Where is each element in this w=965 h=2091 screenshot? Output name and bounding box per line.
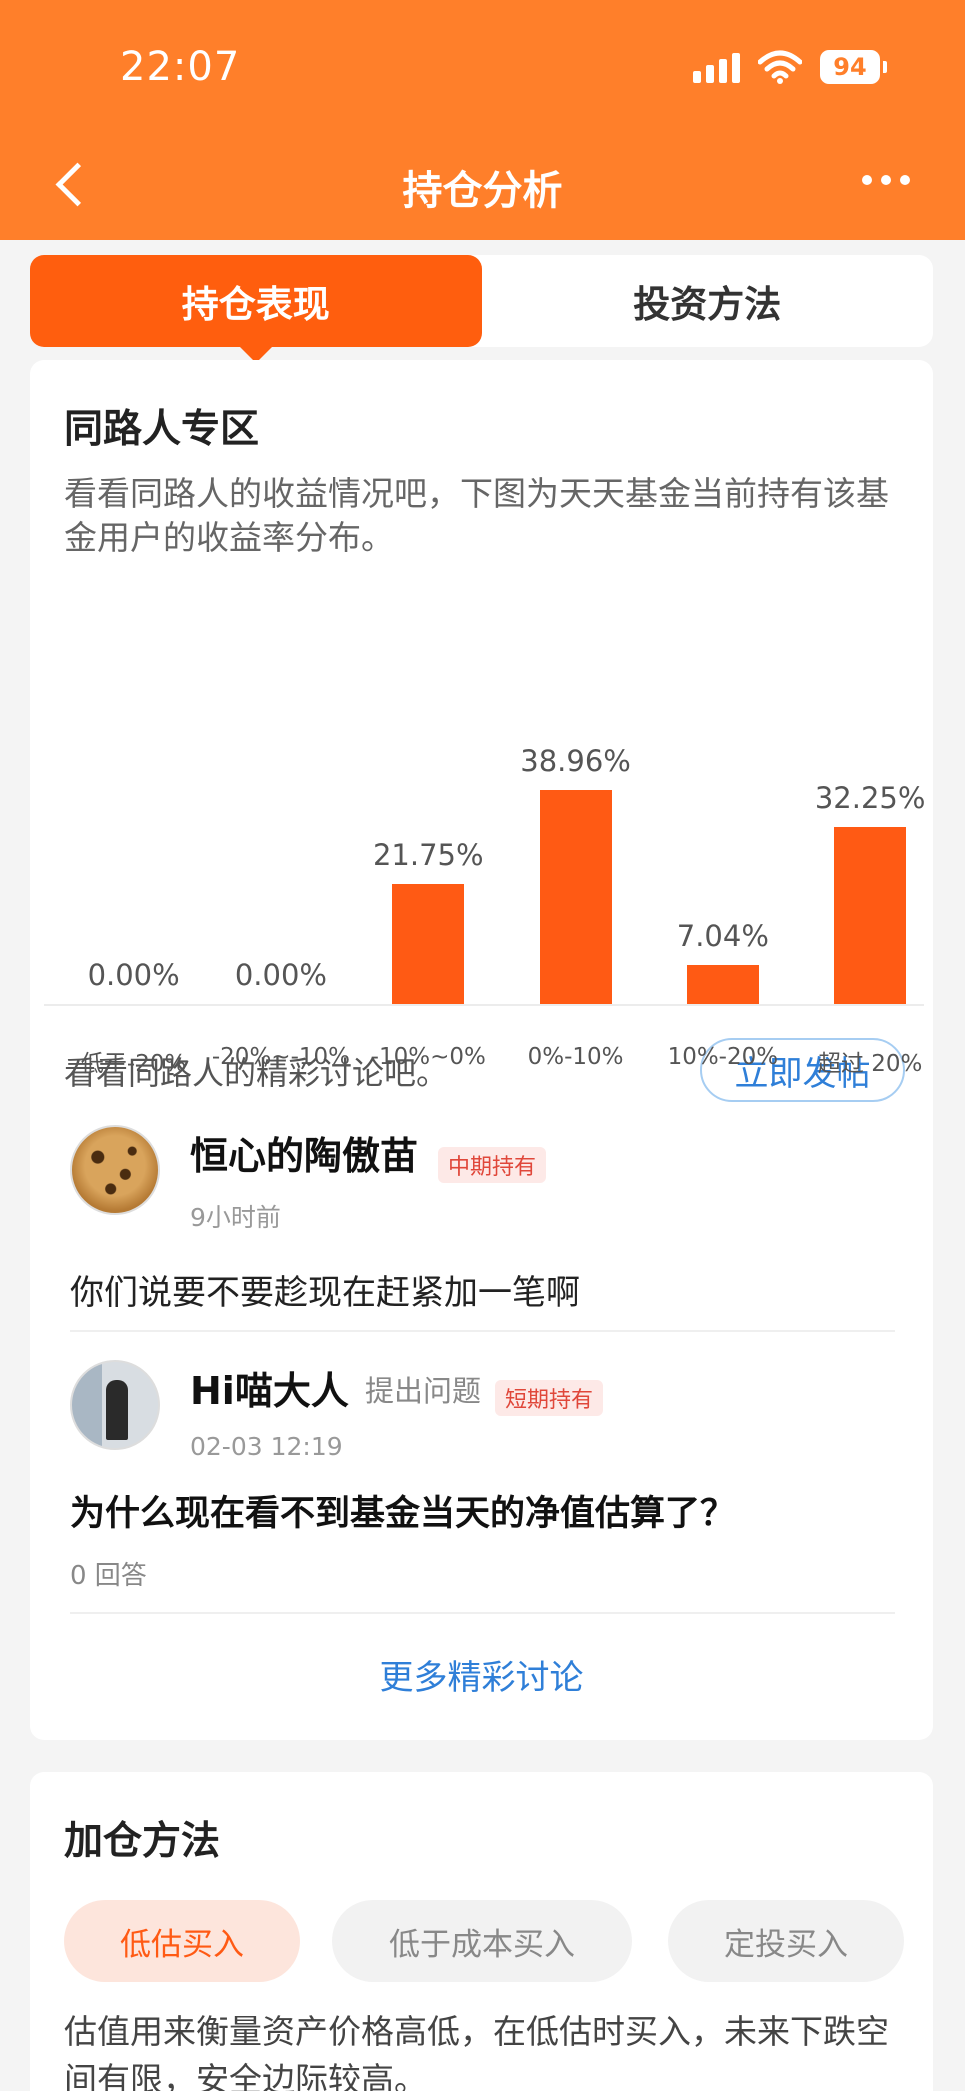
page-title: 持仓分析 [402, 168, 563, 214]
peers-description: 看看同路人的收益情况吧，下图为天天基金当前持有该基金用户的收益率分布。 [64, 474, 889, 557]
chart-tick-label: 低于-20% [80, 1051, 187, 1077]
signal-icon [693, 51, 740, 83]
post-time: 9小时前 [190, 1203, 281, 1232]
avatar[interactable] [70, 1360, 160, 1450]
post-username[interactable]: 恒心的陶傲苗 [190, 1125, 418, 1180]
chart-data-label: 7.04% [676, 919, 769, 954]
more-discussions-link[interactable]: 更多精彩讨论 [30, 1650, 933, 1699]
holding-tag: 中期持有 [438, 1147, 547, 1183]
chart-data-label: 32.25% [814, 780, 926, 815]
pill-regular-invest-buy[interactable]: 定投买入 [668, 1900, 904, 1982]
holding-tag: 短期持有 [495, 1380, 604, 1416]
battery-icon: 94 [820, 50, 887, 84]
tab-investment-method[interactable]: 投资方法 [482, 255, 934, 347]
peers-title: 同路人专区 [64, 407, 260, 452]
tab-holding-performance[interactable]: 持仓表现 [30, 255, 482, 363]
post-username[interactable]: Hi喵大人 [190, 1360, 349, 1415]
ask-question-label: 提出问题 [365, 1374, 482, 1408]
more-options-icon[interactable] [862, 175, 910, 185]
avatar[interactable] [70, 1125, 160, 1215]
add-position-title: 加仓方法 [64, 1819, 221, 1864]
wifi-icon [758, 50, 802, 84]
chart-tick-label: 0%-10% [527, 1044, 624, 1070]
chart-bar [392, 884, 465, 1004]
chart-data-label: 0.00% [87, 958, 180, 992]
add-position-card: 加仓方法 低估买入 低于成本买入 定投买入 估值用来衡量资产价格高低，在低估时买… [30, 1772, 933, 2091]
tab-bar: 持仓表现 投资方法 [30, 255, 934, 363]
chart-tick-label: 超过 20% [817, 1051, 923, 1077]
post-question[interactable]: 为什么现在看不到基金当天的净值估算了？ [70, 1485, 735, 1536]
pill-undervalued-buy[interactable]: 低估买入 [64, 1900, 300, 1982]
status-time: 22:07 [120, 44, 241, 90]
divider [70, 1330, 895, 1332]
chart-data-label: 21.75% [372, 838, 484, 873]
status-icons: 94 [693, 50, 887, 84]
chart-data-label: 38.96% [520, 743, 631, 778]
peers-card: 同路人专区 看看同路人的收益情况吧，下图为天天基金当前持有该基金用户的收益率分布… [30, 360, 933, 1740]
chart-data-label: 0.00% [234, 958, 327, 992]
chart-bar [686, 965, 759, 1004]
chart-baseline [44, 1004, 924, 1006]
post-time: 02-03 12:19 [190, 1432, 343, 1461]
header-bar: 22:07 94 持仓分析 [0, 0, 965, 240]
chart-bar [539, 789, 612, 1004]
answer-count: 0 回答 [70, 1561, 147, 1591]
pill-below-cost-buy[interactable]: 低于成本买入 [332, 1900, 632, 1982]
chart-tick-label: -20%~-10% [211, 1044, 350, 1070]
divider [70, 1612, 895, 1614]
chart-tick-label: 10%-20% [667, 1044, 779, 1070]
chart-tick-label: -10%~0% [370, 1044, 486, 1070]
add-position-description: 估值用来衡量资产价格高低，在低估时买入，未来下跌空间有限，安全边际较高。 [64, 2012, 889, 2091]
chart-bar [834, 826, 907, 1004]
post-content[interactable]: 你们说要不要趁现在赶紧加一笔啊 [70, 1265, 580, 1314]
